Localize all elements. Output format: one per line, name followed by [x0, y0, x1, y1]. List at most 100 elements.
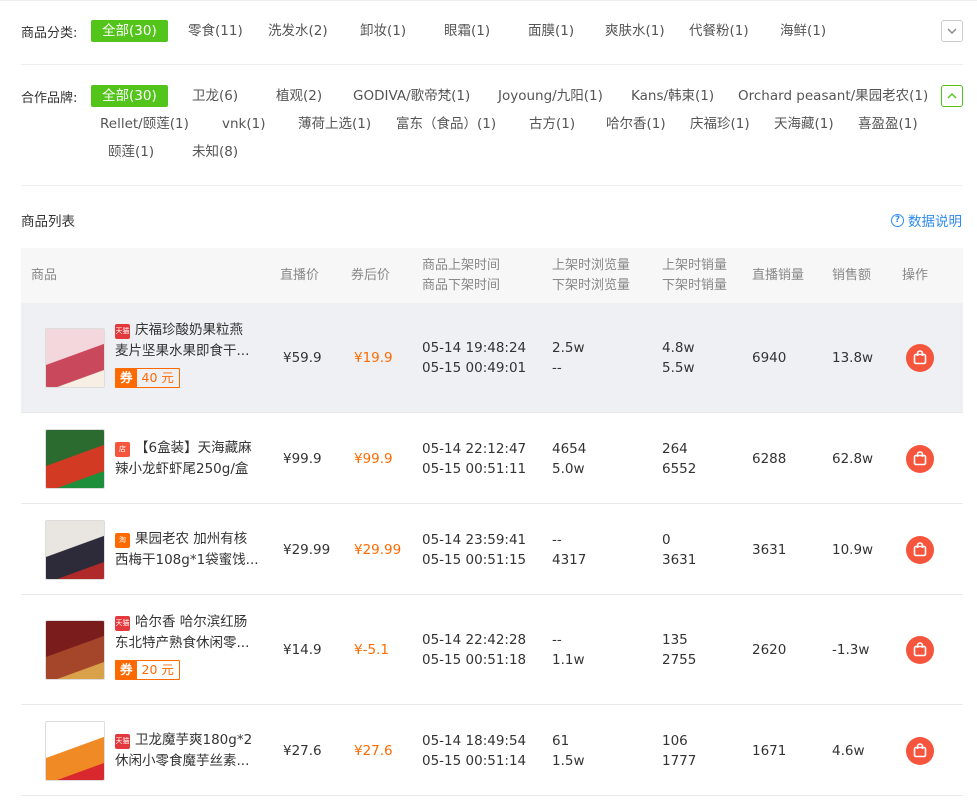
- time-off: 05-15 00:51:18: [422, 652, 527, 668]
- chevron-up-icon: [947, 93, 957, 99]
- coupon-price: ¥19.9: [354, 350, 393, 366]
- table-row[interactable]: 淘果园老农 加州有核 西梅干108g*1袋蜜饯... ¥29.99 ¥29.99 05-…: [21, 504, 963, 595]
- brand-chip[interactable]: Kans/韩束(1): [631, 85, 714, 107]
- product-table: 商品 直播价 券后价 商品上架时间 商品下架时间 上架时浏览量 下架时浏览量 上架时…: [21, 248, 963, 796]
- category-chip[interactable]: 海鲜(1): [780, 20, 826, 42]
- header-live-price[interactable]: 直播价: [280, 248, 319, 303]
- tmall-shop-icon: 天猫: [115, 733, 130, 749]
- category-chip[interactable]: 卸妆(1): [360, 20, 406, 42]
- category-chip[interactable]: 洗发水(2): [268, 20, 328, 42]
- table-row[interactable]: 天猫 庆福珍酸奶果粒燕 麦片坚果水果即食干... 券 40 元 ¥59.9 ¥19.9 05-…: [21, 303, 963, 413]
- brand-chip[interactable]: 富东（食品）(1): [396, 113, 496, 135]
- header-time[interactable]: 商品上架时间 商品下架时间: [422, 248, 500, 303]
- category-chip[interactable]: 爽肤水(1): [605, 20, 665, 42]
- category-chip-all[interactable]: 全部(30): [91, 20, 168, 42]
- product-thumbnail[interactable]: [45, 720, 105, 781]
- category-chip[interactable]: 面膜(1): [528, 20, 574, 42]
- live-sales: 2620: [752, 642, 787, 658]
- revenue: -1.3w: [832, 642, 870, 658]
- brand-chip[interactable]: Joyoung/九阳(1): [498, 85, 603, 107]
- table-row[interactable]: 天猫 哈尔香 哈尔滨红肠 东北特产熟食休闲零... 券 20 元 ¥14.9 ¥-5.1 05…: [21, 595, 963, 705]
- product-name[interactable]: 天猫 卫龙魔芋爽180g*2 休闲小零食魔芋丝素...: [115, 730, 265, 772]
- sales-off: 1777: [662, 752, 697, 769]
- time-on: 05-14 19:48:24: [422, 340, 527, 356]
- sales-on: 0: [662, 531, 671, 548]
- category-filter-label: 商品分类:: [21, 26, 78, 41]
- table-row[interactable]: 店【6盒装】天海藏麻 辣小龙虾虾尾250g/盒 ¥99.9 ¥99.9 05-14 22…: [21, 413, 963, 504]
- data-help-link[interactable]: ? 数据说明: [891, 210, 962, 230]
- product-thumbnail[interactable]: [45, 519, 105, 580]
- sales-on: 135: [662, 632, 688, 648]
- brand-chip[interactable]: 古方(1): [529, 113, 575, 135]
- brand-chip[interactable]: 天海藏(1): [774, 113, 834, 135]
- header-live-sales[interactable]: 直播销量: [752, 248, 804, 303]
- top-border: [0, 0, 977, 1]
- coupon-price: ¥-5.1: [354, 642, 389, 658]
- brand-filter-label: 合作品牌:: [21, 91, 78, 106]
- brand-chip[interactable]: vnk(1): [222, 113, 266, 135]
- views-off: 1.1w: [552, 652, 585, 668]
- product-name[interactable]: 天猫 庆福珍酸奶果粒燕 麦片坚果水果即食干...: [115, 320, 265, 362]
- revenue: 4.6w: [832, 742, 865, 759]
- header-revenue[interactable]: 销售额: [832, 248, 871, 303]
- sales-on: 106: [662, 732, 688, 749]
- brand-chip-all[interactable]: 全部(30): [91, 85, 168, 107]
- product-name[interactable]: 店【6盒装】天海藏麻 辣小龙虾虾尾250g/盒: [115, 438, 265, 480]
- product-name[interactable]: 淘果园老农 加州有核 西梅干108g*1袋蜜饯...: [115, 529, 265, 571]
- header-views[interactable]: 上架时浏览量 下架时浏览量: [552, 248, 630, 303]
- product-thumbnail[interactable]: [45, 328, 105, 388]
- question-icon: ?: [891, 213, 904, 227]
- revenue: 13.8w: [832, 350, 874, 366]
- filter-divider: [21, 64, 963, 65]
- category-chip[interactable]: 零食(11): [188, 20, 243, 42]
- table-row[interactable]: 天猫 卫龙魔芋爽180g*2 休闲小零食魔芋丝素... ¥27.6 ¥27.6 05-14…: [21, 705, 963, 796]
- brand-chip[interactable]: 颐莲(1): [108, 141, 154, 163]
- sales-off: 2755: [662, 652, 697, 668]
- header-coupon-price[interactable]: 券后价: [351, 248, 390, 303]
- live-price: ¥29.99: [283, 541, 331, 558]
- brand-chip[interactable]: 喜盈盈(1): [858, 113, 918, 135]
- coupon-price: ¥27.6: [354, 742, 393, 759]
- live-sales: 6940: [752, 350, 787, 366]
- brand-chip[interactable]: Rellet/颐莲(1): [100, 113, 189, 135]
- time-on: 05-14 22:12:47: [422, 440, 527, 457]
- product-thumbnail[interactable]: [45, 428, 105, 489]
- product-name[interactable]: 天猫 哈尔香 哈尔滨红肠 东北特产熟食休闲零...: [115, 612, 265, 654]
- sales-off: 6552: [662, 460, 697, 477]
- add-to-cart-button[interactable]: [906, 636, 934, 664]
- brand-collapse-button[interactable]: [941, 85, 963, 107]
- add-to-cart-button[interactable]: [906, 444, 934, 473]
- brand-chip[interactable]: 卫龙(6): [192, 85, 238, 107]
- time-off: 05-15 00:51:14: [422, 752, 527, 769]
- views-on: 61: [552, 732, 570, 749]
- brand-chip[interactable]: 植观(2): [276, 85, 322, 107]
- views-on: --: [552, 531, 562, 548]
- taobao-shop-icon: 淘: [115, 532, 130, 548]
- product-thumbnail[interactable]: [45, 620, 105, 680]
- brand-chip[interactable]: 哈尔香(1): [606, 113, 666, 135]
- time-on: 05-14 22:42:28: [422, 632, 527, 648]
- brand-chip[interactable]: 庆福珍(1): [690, 113, 750, 135]
- views-on: 2.5w: [552, 340, 585, 356]
- header-sales[interactable]: 上架时销量 下架时销量: [662, 248, 727, 303]
- tmall-shop-icon: 天猫: [115, 324, 130, 339]
- views-off: --: [552, 360, 562, 376]
- brand-chip[interactable]: 未知(8): [192, 141, 238, 163]
- add-to-cart-button[interactable]: [906, 736, 934, 765]
- coupon-badge: 券 40 元: [115, 368, 180, 388]
- brand-chip[interactable]: GODIVA/歌帝梵(1): [353, 85, 470, 107]
- views-off: 4317: [552, 551, 587, 568]
- header-product: 商品: [31, 267, 58, 283]
- filter-divider: [21, 185, 963, 186]
- views-off: 1.5w: [552, 752, 585, 769]
- category-chip[interactable]: 眼霜(1): [444, 20, 490, 42]
- add-to-cart-button[interactable]: [906, 535, 934, 564]
- live-sales: 3631: [752, 541, 787, 558]
- tmall-shop-icon: 天猫: [115, 616, 130, 631]
- add-to-cart-button[interactable]: [906, 344, 934, 372]
- brand-chip[interactable]: 薄荷上选(1): [298, 113, 371, 135]
- category-expand-button[interactable]: [941, 20, 963, 42]
- taobao-shop-shop-icon: 店: [115, 441, 130, 457]
- brand-chip[interactable]: Orchard peasant/果园老农(1): [738, 85, 928, 107]
- category-chip[interactable]: 代餐粉(1): [689, 20, 749, 42]
